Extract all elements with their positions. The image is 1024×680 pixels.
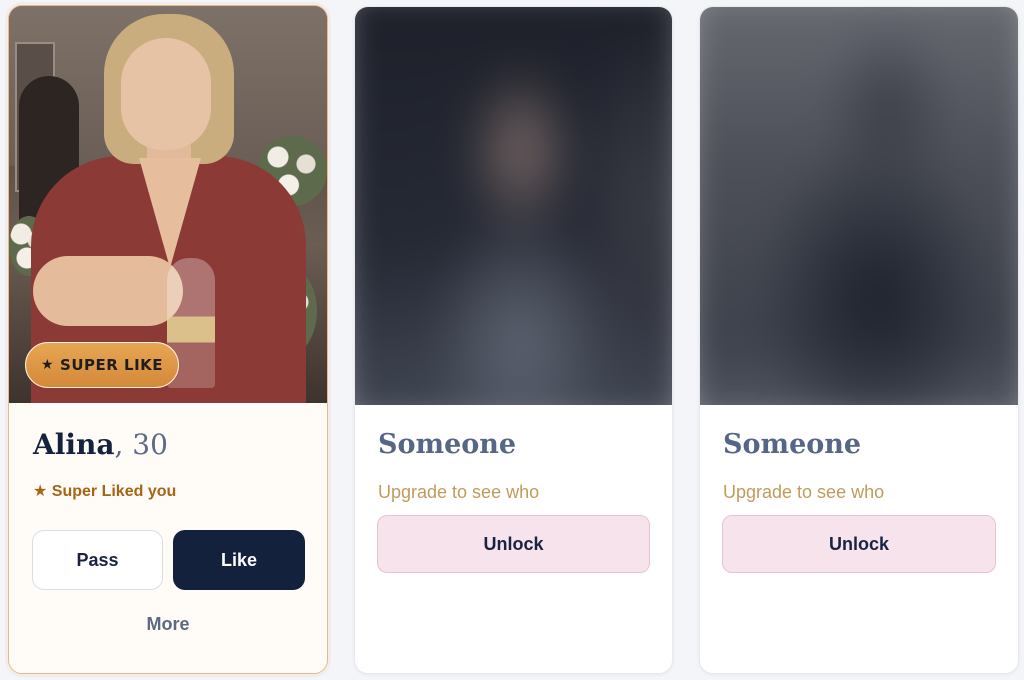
star-icon: ★ [40,357,55,373]
locked-match-card[interactable]: Someone Upgrade to see who Unlock [354,6,673,674]
blurred-photo-image [355,7,672,405]
super-like-badge: ★ SUPER LIKE [25,342,179,388]
blurred-photo [700,7,1018,405]
locked-title: Someone [723,429,862,460]
upgrade-prompt: Upgrade to see who [723,482,885,502]
locked-title: Someone [378,429,517,460]
unlock-button[interactable]: Unlock [722,515,996,573]
like-button[interactable]: Like [173,530,305,590]
pass-button[interactable]: Pass [32,530,163,590]
blurred-photo [355,7,672,405]
super-liked-status: ★ Super Liked you [33,483,177,500]
locked-match-card[interactable]: Someone Upgrade to see who Unlock [699,6,1019,674]
profile-photo[interactable]: ★ SUPER LIKE [9,6,327,403]
more-link[interactable]: More [9,614,327,635]
unlock-button[interactable]: Unlock [377,515,650,573]
super-like-badge-label: SUPER LIKE [60,356,164,374]
upgrade-prompt: Upgrade to see who [378,482,540,502]
profile-name-row: Alina, 30 [33,428,168,461]
match-card-alina[interactable]: ★ SUPER LIKE Alina, 30 ★ Super Liked you… [8,5,328,674]
profile-name: Alina [33,428,115,461]
profile-age: , 30 [114,428,168,461]
blurred-photo-image [700,7,1018,405]
